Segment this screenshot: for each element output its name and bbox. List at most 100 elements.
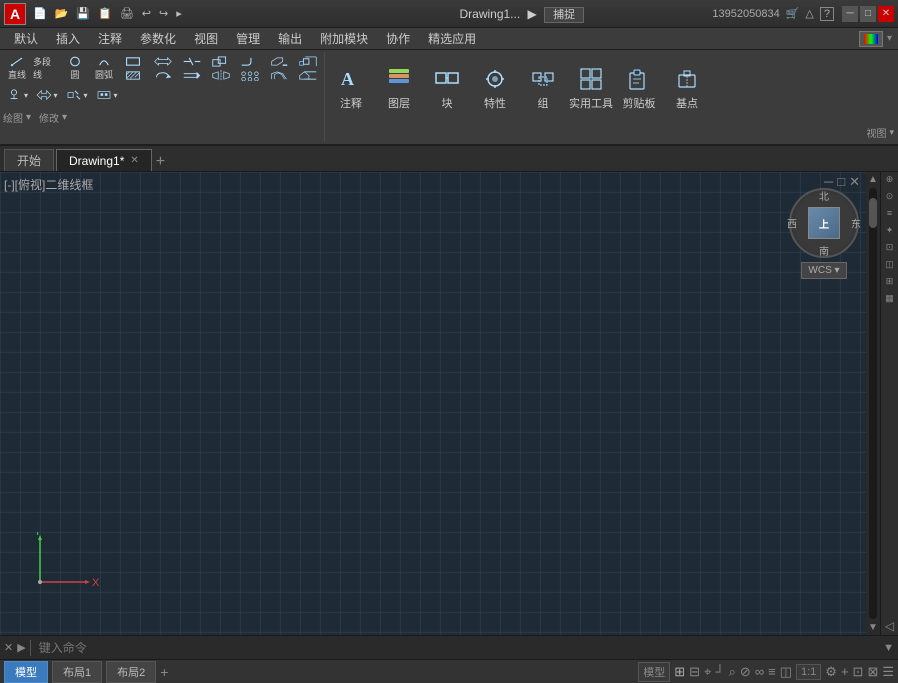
status-menu-icon[interactable]: ☰: [882, 664, 894, 680]
status-polar-icon[interactable]: ⌕: [729, 664, 736, 680]
panel-btn-4[interactable]: ✦: [883, 225, 897, 239]
model-tab[interactable]: 模型: [4, 661, 48, 683]
print-icon[interactable]: 🖨: [117, 6, 137, 21]
erase-tool[interactable]: [266, 55, 292, 68]
command-input-field[interactable]: [35, 641, 879, 655]
add-layout-button[interactable]: +: [160, 664, 168, 680]
scrollbar-down[interactable]: ▼: [866, 620, 880, 635]
copy-tool[interactable]: [208, 55, 234, 68]
new-file-icon[interactable]: 📄: [30, 6, 50, 21]
status-scale-icon[interactable]: 1:1: [796, 664, 821, 680]
panel-btn-7[interactable]: ⊞: [883, 276, 897, 290]
menu-view[interactable]: 视图: [186, 28, 226, 49]
status-workspace-icon[interactable]: ⊡: [853, 664, 864, 680]
cmd-input-arrow[interactable]: ▼: [883, 642, 894, 654]
status-snap-icon[interactable]: ⌖: [704, 664, 711, 680]
help-icon[interactable]: ?: [820, 7, 834, 21]
status-settings-icon[interactable]: ⚙: [825, 664, 837, 680]
compass-ring[interactable]: 北 南 东 西 上: [789, 188, 859, 258]
annotate-tool[interactable]: A 注释: [327, 54, 375, 122]
cmd-arrow-btn[interactable]: ▶: [17, 641, 25, 654]
status-otrack-icon[interactable]: ∞: [755, 664, 764, 679]
status-model-icon[interactable]: 模型: [638, 662, 670, 682]
save-icon[interactable]: 💾: [73, 6, 93, 21]
panel-btn-2[interactable]: ⊙: [883, 191, 897, 205]
drawing-tab[interactable]: Drawing1* ✕: [56, 149, 152, 171]
array-tool[interactable]: [237, 69, 263, 82]
line-tool[interactable]: 直线: [3, 54, 31, 82]
status-plus-icon[interactable]: +: [841, 664, 849, 679]
align-tools[interactable]: ▾: [33, 84, 61, 106]
properties-tool[interactable]: 特性: [471, 54, 519, 122]
minimize-button[interactable]: ─: [842, 6, 858, 22]
utilities-tool[interactable]: 实用工具: [567, 54, 615, 122]
layout2-tab[interactable]: 布局2: [106, 661, 156, 683]
status-grid-icon2[interactable]: ⊟: [689, 664, 700, 680]
close-button[interactable]: ✕: [878, 6, 894, 22]
rectangle-tool[interactable]: [119, 55, 147, 68]
view-cube-box[interactable]: 上: [808, 207, 840, 239]
panel-btn-5[interactable]: ⊡: [883, 242, 897, 256]
modify-section-label[interactable]: 修改▾: [39, 108, 67, 125]
menu-annotate[interactable]: 注释: [90, 28, 130, 49]
menu-default[interactable]: 默认: [6, 28, 46, 49]
stretch-tool[interactable]: [295, 69, 321, 82]
base-tool[interactable]: 基点: [663, 54, 711, 122]
arc-tool[interactable]: 圆弧: [90, 54, 118, 82]
menu-addons[interactable]: 附加模块: [312, 28, 376, 49]
circle-tool[interactable]: 圆: [61, 54, 89, 82]
redo-icon[interactable]: ↪: [156, 6, 171, 21]
cart-icon[interactable]: 🛒: [786, 7, 800, 20]
fillet-tool[interactable]: [237, 55, 263, 68]
more-icon[interactable]: ▸: [173, 6, 185, 21]
panel-bottom-icon[interactable]: ◁: [885, 619, 894, 633]
drawing-tab-close[interactable]: ✕: [130, 155, 138, 166]
maximize-button[interactable]: □: [860, 6, 876, 22]
open-file-icon[interactable]: 📂: [52, 6, 72, 21]
trim-tool[interactable]: [179, 55, 205, 68]
group-tool[interactable]: 组: [519, 54, 567, 122]
break-tools[interactable]: ▾: [63, 84, 91, 106]
menu-insert[interactable]: 插入: [48, 28, 88, 49]
status-annotate-icon[interactable]: ⊠: [867, 664, 878, 680]
menu-output[interactable]: 输出: [270, 28, 310, 49]
polyline-tool[interactable]: 多段线: [32, 54, 60, 82]
triangle-icon[interactable]: △: [805, 7, 813, 20]
draw-section-label[interactable]: 绘图▾: [3, 108, 31, 125]
color-picker-icon[interactable]: [859, 31, 883, 47]
undo-icon[interactable]: ↩: [139, 6, 154, 21]
status-ortho-icon[interactable]: ┘: [715, 664, 724, 679]
ribbon-dropdown-icon[interactable]: ▾: [887, 33, 892, 44]
menu-parametric[interactable]: 参数化: [132, 28, 184, 49]
scale-tool[interactable]: [295, 55, 321, 68]
status-transparency-icon[interactable]: ◫: [780, 664, 792, 680]
save-as-icon[interactable]: 📋: [95, 6, 115, 21]
wcs-button[interactable]: WCS ▾: [801, 262, 846, 279]
scrollbar-up[interactable]: ▲: [866, 172, 880, 187]
cmd-close-btn[interactable]: ✕: [4, 641, 13, 654]
add-tab-button[interactable]: +: [156, 153, 165, 171]
rotate-tool[interactable]: [150, 69, 176, 82]
scrollbar-thumb[interactable]: [869, 198, 877, 228]
mirror-tool[interactable]: [208, 69, 234, 82]
status-grid-icon1[interactable]: ⊞: [674, 664, 685, 680]
grip-tools[interactable]: ▾: [93, 84, 121, 106]
menu-manage[interactable]: 管理: [228, 28, 268, 49]
menu-collaborate[interactable]: 协作: [378, 28, 418, 49]
capture-button[interactable]: 捕捉: [544, 7, 584, 23]
block-tool[interactable]: 块: [423, 54, 471, 122]
extend-tool[interactable]: [179, 69, 205, 82]
layer-tool[interactable]: 图层: [375, 54, 423, 122]
offset-tool[interactable]: [266, 69, 292, 82]
menu-featured[interactable]: 精选应用: [420, 28, 484, 49]
view-dropdown[interactable]: 视图 ▾: [866, 123, 894, 140]
draw-more-tools[interactable]: ▾: [3, 84, 31, 106]
status-osnap-icon[interactable]: ⊘: [740, 664, 751, 680]
panel-btn-8[interactable]: ▦: [883, 293, 897, 307]
status-lineweight-icon[interactable]: ≡: [768, 664, 776, 679]
layout1-tab[interactable]: 布局1: [52, 661, 102, 683]
panel-btn-3[interactable]: ≡: [883, 208, 897, 222]
panel-btn-6[interactable]: ◫: [883, 259, 897, 273]
move-tool[interactable]: [150, 55, 176, 68]
panel-btn-1[interactable]: ⊕: [883, 174, 897, 188]
